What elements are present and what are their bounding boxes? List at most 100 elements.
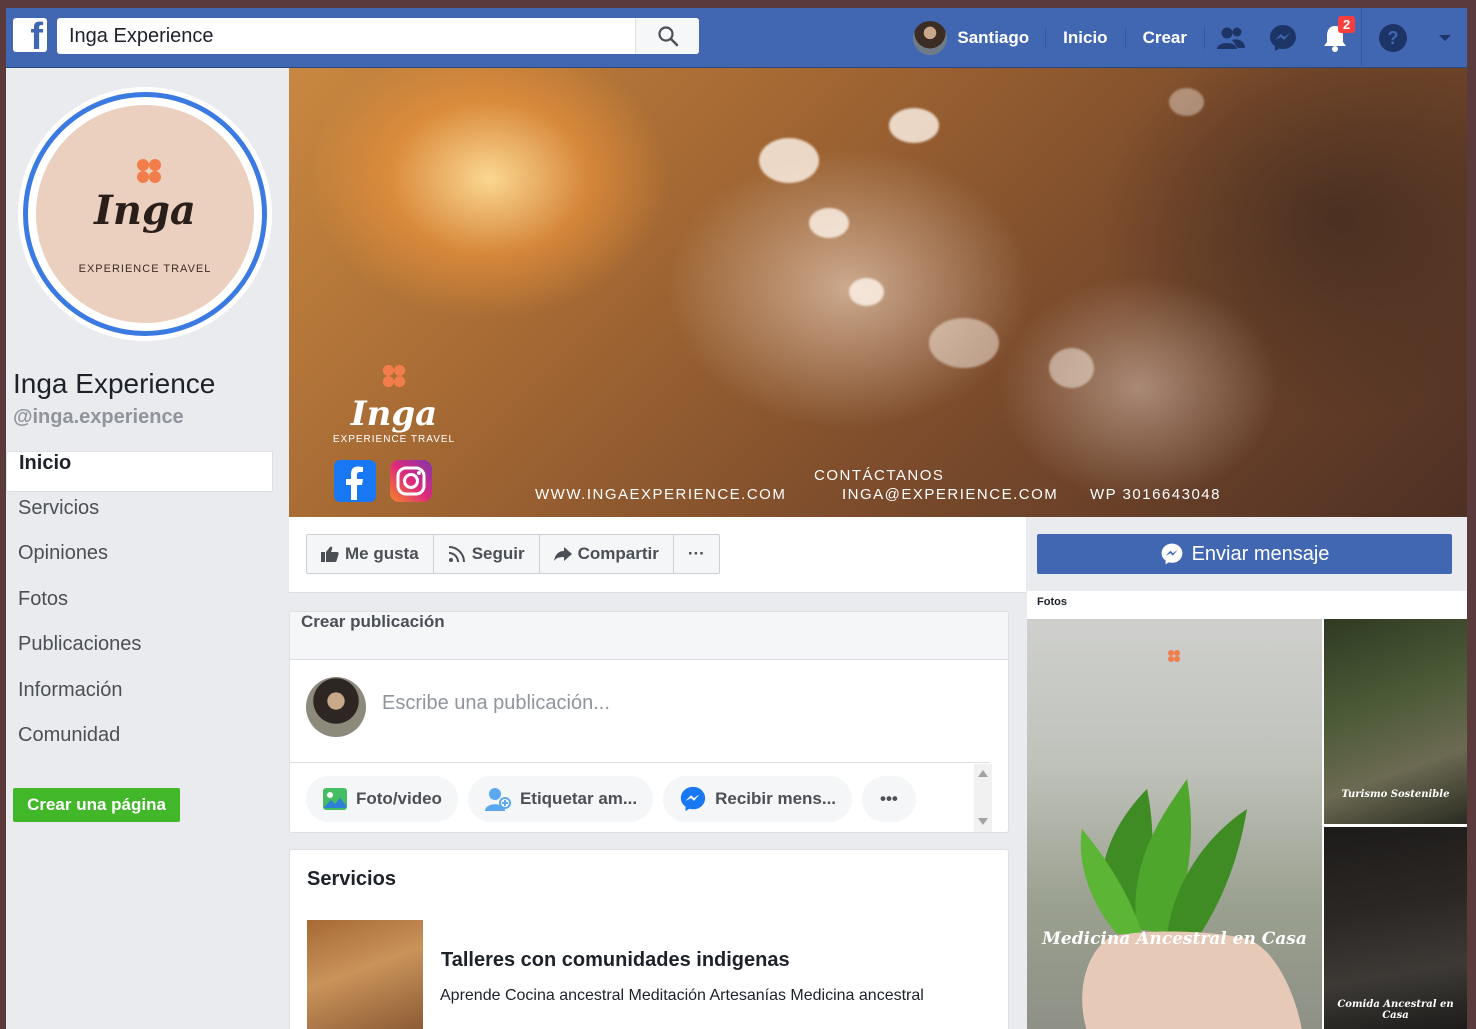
avatar [913,21,948,55]
search-button[interactable] [635,18,699,54]
send-message-button[interactable]: Enviar mensaje [1037,534,1452,574]
sidebar-item-informacion[interactable]: Información [6,679,273,720]
page-action-bar: Me gusta Seguir Compartir ··· [289,517,1026,593]
sidebar-item-publicaciones[interactable]: Publicaciones [6,633,273,674]
chevron-down-icon [1439,35,1451,41]
blossom-decoration [759,138,819,183]
messenger-button[interactable] [1257,8,1309,68]
flower-logo-icon [1168,650,1180,662]
sidebar-item-opiniones[interactable]: Opiniones [6,542,273,583]
create-page-button[interactable]: Crear una página [13,788,180,822]
green-leaves-image [1080,779,1302,1029]
page-actions: Me gusta Seguir Compartir ··· [306,534,720,574]
send-message-label: Enviar mensaje [1191,542,1330,565]
share-button[interactable]: Compartir [540,535,674,573]
photo-thumbnail[interactable]: Comida Ancestral en Casa [1324,827,1467,1029]
like-label: Me gusta [345,544,419,563]
service-thumbnail[interactable] [307,920,423,1029]
top-nav-right: Santiago Inicio Crear 2 ? [913,8,1467,68]
share-arrow-icon [553,547,572,561]
share-label: Compartir [577,544,659,563]
facebook-window: f Santiago Inicio Crear [6,8,1467,1029]
cover-photo[interactable]: Inga EXPERIENCE TRAVEL WWW.INGAEXPERIENC… [289,68,1467,517]
tag-friends-label: Etiquetar am... [519,789,638,808]
sidebar-item-fotos[interactable]: Fotos [6,588,273,629]
blossom-decoration [889,108,939,143]
messenger-icon [680,786,706,812]
page-sidebar-nav: Inicio Servicios Opiniones Fotos Publica… [6,451,273,770]
page-handle[interactable]: @inga.experience [13,406,184,429]
friends-icon [1217,27,1245,49]
cover-logo-word: Inga [350,394,438,434]
notifications-button[interactable]: 2 [1309,8,1361,68]
top-navigation-bar: f Santiago Inicio Crear [6,8,1467,68]
post-options: Foto/video Etiquetar am... Recibir mens.… [306,776,916,822]
profile-link[interactable]: Santiago [913,21,1045,55]
services-section: Servicios Talleres con comunidades indig… [289,849,1009,1029]
logo-wordmark: Inga [94,187,196,234]
scroll-up-icon [978,770,988,777]
sidebar-item-servicios[interactable]: Servicios [6,497,273,538]
profile-picture[interactable]: Inga EXPERIENCE TRAVEL [18,87,272,341]
cover-logo-subtitle: EXPERIENCE TRAVEL [332,434,456,445]
photo-icon [323,788,347,810]
create-post-header[interactable]: Crear publicación [290,612,1008,660]
photo-thumbnail[interactable]: Turismo Sostenible [1324,619,1467,824]
sidebar-item-inicio[interactable]: Inicio [6,451,273,492]
profile-logo: Inga EXPERIENCE TRAVEL [36,105,254,323]
post-composer-input[interactable]: Escribe una publicación... [382,692,610,715]
notification-badge: 2 [1338,16,1356,33]
account-menu-button[interactable] [1423,8,1467,68]
photo-video-label: Foto/video [356,789,442,808]
messenger-icon [1161,543,1182,565]
scrollbar[interactable] [974,764,992,832]
service-description: Aprende Cocina ancestral Meditación Arte… [440,987,924,1004]
tag-friends-button[interactable]: Etiquetar am... [467,776,654,822]
help-button[interactable]: ? [1361,8,1423,68]
cover-email: INGA@EXPERIENCE.COM [842,486,1059,503]
thumbs-up-icon [321,546,339,562]
service-title[interactable]: Talleres con comunidades indigenas [441,949,790,972]
photo-caption: Comida Ancestral en Casa [1337,999,1454,1021]
tag-friends-icon [484,788,511,811]
help-icon: ? [1378,24,1407,52]
blossom-decoration [1049,348,1094,388]
blossom-decoration [1169,88,1204,116]
cover-logo: Inga EXPERIENCE TRAVEL [329,363,459,445]
cover-contact-title: CONTÁCTANOS [814,467,945,484]
messenger-icon [1270,25,1296,51]
follow-button[interactable]: Seguir [434,535,540,573]
sidebar-item-comunidad[interactable]: Comunidad [6,724,273,765]
facebook-icon [334,460,376,502]
photo-caption: Turismo Sostenible [1341,789,1450,800]
flower-logo-icon [137,159,161,183]
search-icon [657,26,678,47]
facebook-logo-icon[interactable]: f [13,18,47,52]
search-bar [57,18,699,54]
photos-label[interactable]: Fotos [1037,596,1067,608]
more-icon: ••• [880,789,898,808]
divider [290,762,990,763]
profile-ring: Inga EXPERIENCE TRAVEL [23,92,267,336]
photo-thumbnail[interactable]: Medicina Ancestral en Casa [1027,619,1322,1029]
photo-video-button[interactable]: Foto/video [306,776,458,822]
follow-label: Seguir [471,544,525,563]
page-title[interactable]: Inga Experience [13,368,215,400]
like-button[interactable]: Me gusta [307,535,434,573]
nav-home-link[interactable]: Inicio [1045,27,1126,49]
more-options-button[interactable]: ••• [862,776,916,822]
blossom-decoration [809,208,849,238]
get-messages-button[interactable]: Recibir mens... [663,776,853,822]
cover-website: WWW.INGAEXPERIENCE.COM [535,486,787,503]
photos-panel: Fotos Medicina Ancestral en Casa Turismo… [1027,591,1467,1029]
nav-create-link[interactable]: Crear [1126,27,1205,49]
get-messages-label: Recibir mens... [715,789,837,808]
more-icon: ··· [687,544,705,563]
services-title[interactable]: Servicios [307,868,396,891]
friend-requests-button[interactable] [1205,8,1257,68]
cover-phone: WP 3016643048 [1090,486,1221,503]
search-input[interactable] [57,18,635,54]
more-actions-button[interactable]: ··· [674,535,719,573]
cover-social-icons [334,460,432,502]
create-post-box: Crear publicación Escribe una publicació… [289,611,1009,833]
